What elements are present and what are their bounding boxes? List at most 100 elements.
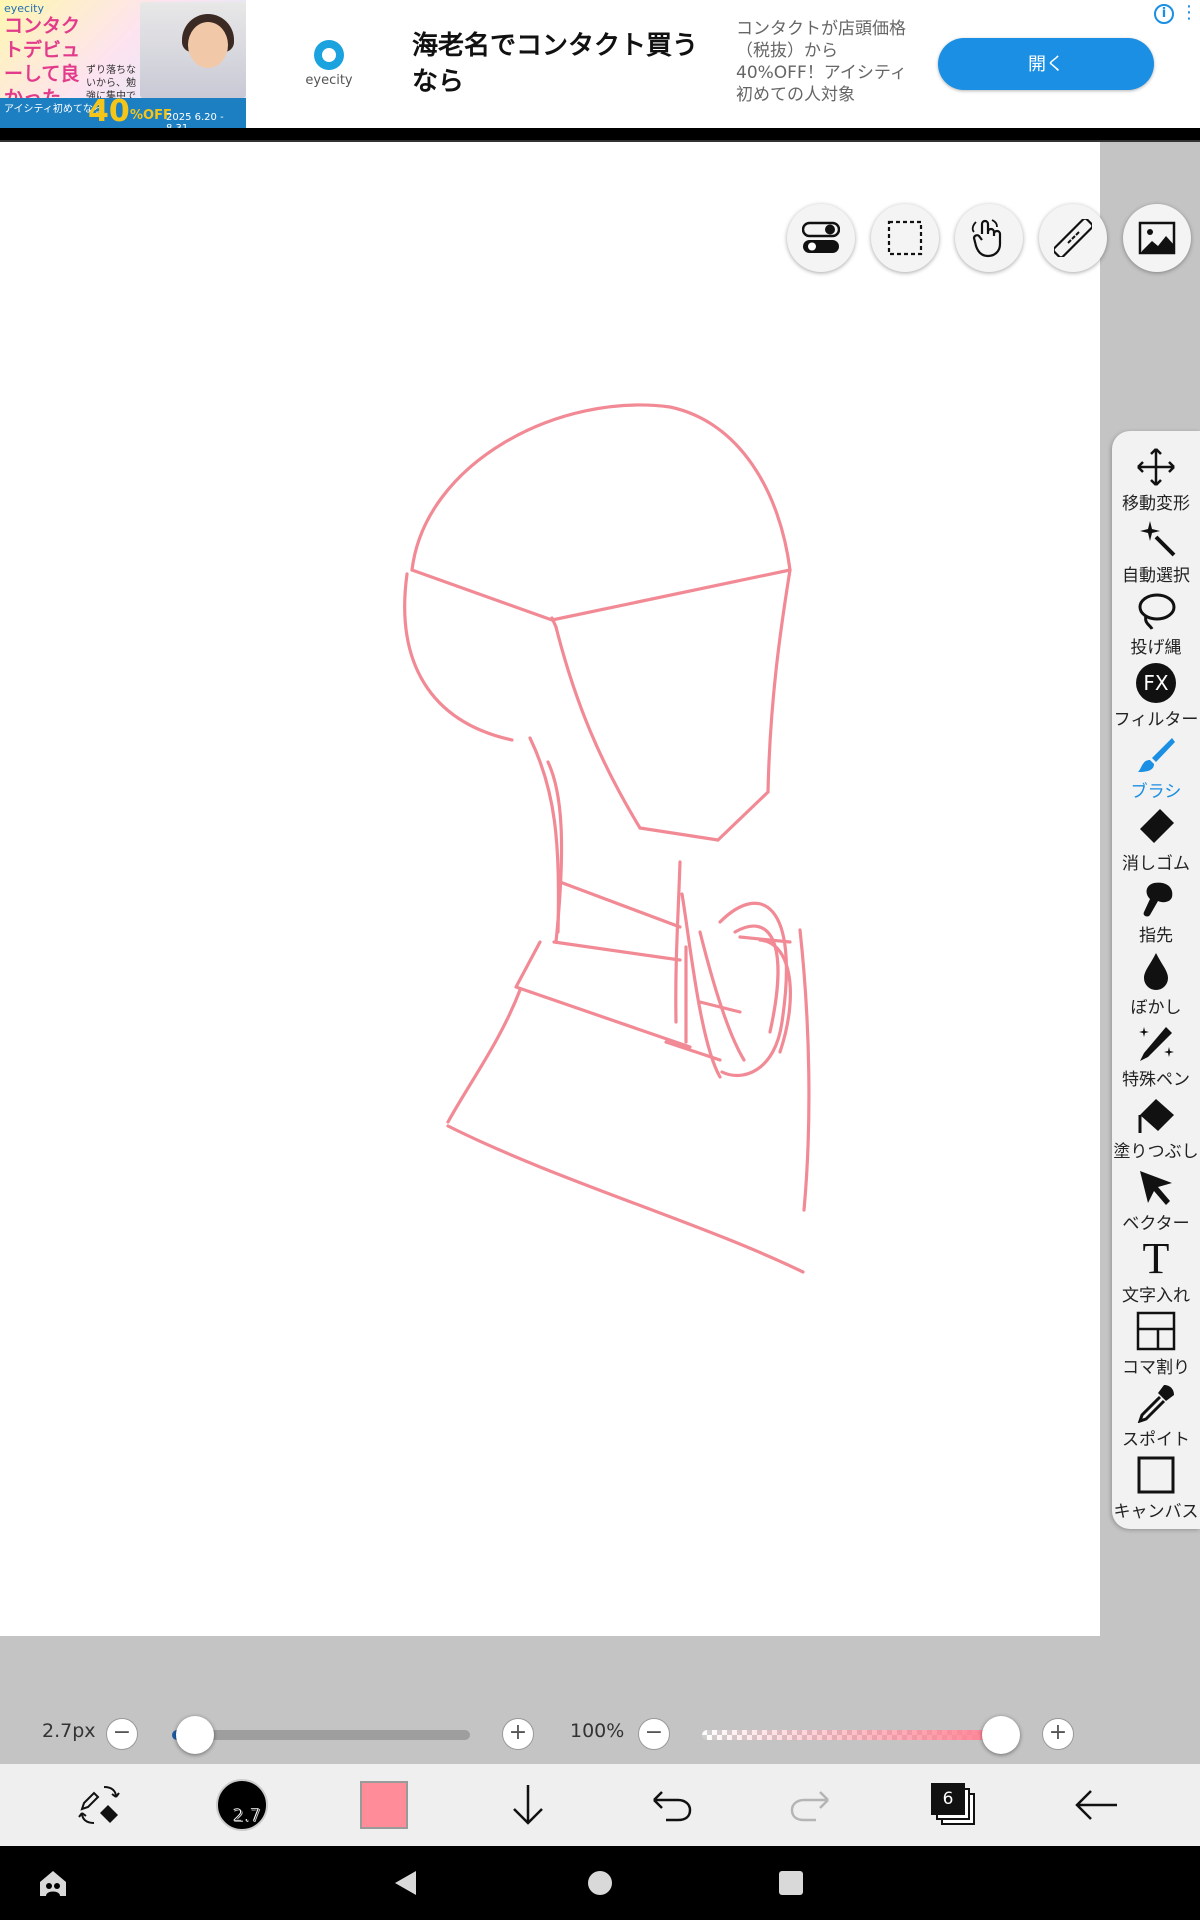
hand-quick-button[interactable] — [955, 204, 1023, 272]
opacity-increase-button[interactable]: + — [1042, 1718, 1074, 1750]
nav-back-icon — [395, 1871, 416, 1895]
sketch-drawing — [403, 403, 811, 1274]
save-down-button[interactable] — [488, 1764, 568, 1846]
fill-bucket-icon — [1138, 1099, 1174, 1133]
home-icon — [40, 1871, 66, 1896]
brush-size-slider-thumb[interactable] — [175, 1716, 214, 1754]
tool-label: 指先 — [1139, 926, 1173, 946]
material-quick-button[interactable] — [1123, 204, 1191, 272]
frame-divider-icon — [1136, 1311, 1176, 1351]
nav-home-button[interactable] — [565, 1846, 635, 1920]
special-pen-icon — [1139, 1027, 1174, 1061]
app-home-button[interactable] — [18, 1846, 88, 1920]
toggle-icon — [802, 221, 840, 253]
layers-icon: 6 — [931, 1783, 977, 1827]
magic-wand-icon — [1140, 521, 1176, 557]
bottom-toolbar: 2.7 6 — [0, 1764, 1200, 1846]
brush-size-decrease-button[interactable]: − — [106, 1718, 138, 1750]
brush-size-preview: 2.7 — [216, 1779, 268, 1831]
hand-icon — [971, 219, 1002, 258]
text-icon: T — [1142, 1234, 1170, 1283]
nav-recents-button[interactable] — [756, 1846, 826, 1920]
tool-auto-select[interactable]: 自動選択 — [1112, 519, 1200, 591]
brush-size-slider[interactable] — [172, 1730, 470, 1740]
tool-filter[interactable]: FX フィルター — [1112, 663, 1200, 735]
opacity-slider[interactable] — [702, 1730, 1004, 1740]
tool-eyedropper[interactable]: スポイト — [1112, 1383, 1200, 1455]
tool-brush[interactable]: ブラシ — [1112, 735, 1200, 807]
tool-vector[interactable]: ベクター — [1112, 1167, 1200, 1239]
ad-info-icon[interactable]: i — [1154, 4, 1174, 24]
ad-title[interactable]: 海老名でコンタクト買うなら — [412, 28, 712, 100]
tool-label: 自動選択 — [1122, 566, 1190, 586]
toggle-quick-button[interactable] — [787, 204, 855, 272]
finger-icon — [1143, 882, 1173, 917]
tool-frame-divider[interactable]: コマ割り — [1112, 1311, 1200, 1383]
undo-icon — [653, 1791, 692, 1822]
tool-label: 消しゴム — [1122, 854, 1190, 874]
redo-icon — [790, 1791, 829, 1822]
ruler-icon — [1054, 219, 1092, 257]
slider-row: 2.7px − + 100% − + — [0, 1706, 1200, 1762]
tool-label: ブラシ — [1130, 782, 1182, 802]
image-icon — [1138, 221, 1176, 255]
nav-recents-icon — [779, 1871, 803, 1895]
arrow-down-icon — [513, 1785, 543, 1825]
tool-label: コマ割り — [1122, 1358, 1190, 1378]
tool-label: キャンバス — [1113, 1502, 1199, 1522]
color-swatch-button[interactable] — [344, 1764, 424, 1846]
tool-label: 特殊ペン — [1122, 1070, 1190, 1090]
back-button[interactable] — [1056, 1764, 1136, 1846]
tool-eraser[interactable]: 消しゴム — [1112, 807, 1200, 879]
tool-blur[interactable]: ぼかし — [1112, 951, 1200, 1023]
ad-more-icon[interactable]: ⋮ — [1180, 2, 1198, 24]
redo-button[interactable] — [772, 1764, 852, 1846]
ad-image[interactable]: eyecity コンタクトデビューして良かった ずり落ちないから、勉強に集中でき… — [0, 0, 246, 128]
tool-canvas[interactable]: キャンバス — [1112, 1455, 1200, 1527]
tool-special-pen[interactable]: 特殊ペン — [1112, 1023, 1200, 1095]
eyecity-logo-icon — [314, 40, 344, 70]
blur-drop-icon — [1144, 953, 1168, 990]
brush-size-preview-button[interactable]: 2.7 — [202, 1764, 282, 1846]
tool-text[interactable]: T 文字入れ — [1112, 1234, 1200, 1311]
ad-image-headline: コンタクトデビューして良かった — [4, 15, 81, 109]
arrow-left-icon — [1075, 1790, 1117, 1820]
tool-label: 塗りつぶし — [1113, 1142, 1199, 1162]
nav-home-icon — [588, 1871, 612, 1895]
layer-count: 6 — [931, 1783, 965, 1815]
tool-label: スポイト — [1122, 1430, 1190, 1450]
eraser-icon — [1140, 809, 1174, 843]
move-icon — [1137, 448, 1175, 486]
brush-size-value: 2.7px — [42, 1720, 96, 1742]
fx-icon: FX — [1136, 663, 1176, 703]
tool-fill[interactable]: 塗りつぶし — [1112, 1095, 1200, 1167]
lasso-icon — [1138, 593, 1176, 630]
tool-label: ベクター — [1122, 1214, 1190, 1234]
drawing-canvas[interactable] — [0, 142, 1107, 1636]
ad-logo[interactable]: eyecity — [296, 40, 362, 100]
tool-finger[interactable]: 指先 — [1112, 879, 1200, 951]
opacity-decrease-button[interactable]: − — [638, 1718, 670, 1750]
ad-description[interactable]: コンタクトが店頭価格（税抜）から40%OFF！アイシティ初めての人対象 — [736, 18, 916, 106]
ad-promo-dates: 2025 6.20 - 8.31 — [166, 112, 224, 128]
tool-label: フィルター — [1113, 710, 1199, 730]
selection-quick-button[interactable] — [871, 204, 939, 272]
ad-banner[interactable]: eyecity コンタクトデビューして良かった ずり落ちないから、勉強に集中でき… — [0, 0, 1200, 142]
vector-cursor-icon — [1140, 1171, 1172, 1205]
undo-button[interactable] — [630, 1764, 710, 1846]
tool-move-transform[interactable]: 移動変形 — [1112, 447, 1200, 519]
opacity-value: 100% — [570, 1720, 625, 1742]
current-color-swatch — [360, 1781, 408, 1829]
tool-label: ぼかし — [1130, 998, 1182, 1018]
opacity-slider-thumb[interactable] — [982, 1716, 1020, 1754]
layers-button[interactable]: 6 — [914, 1764, 994, 1846]
system-navigation-bar — [0, 1846, 1200, 1920]
pen-eraser-swap-button[interactable] — [60, 1764, 140, 1846]
ad-open-button[interactable]: 開く — [938, 38, 1154, 90]
brush-size-increase-button[interactable]: + — [502, 1718, 534, 1750]
tool-lasso[interactable]: 投げ縄 — [1112, 591, 1200, 663]
ruler-quick-button[interactable] — [1039, 204, 1107, 272]
canvas-icon — [1137, 1456, 1175, 1494]
nav-back-button[interactable] — [370, 1846, 440, 1920]
brush-size-badge: 2.7 — [232, 1805, 261, 1827]
